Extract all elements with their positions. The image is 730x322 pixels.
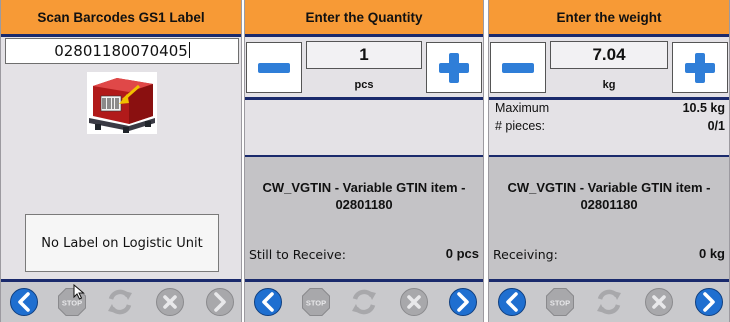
quantity-value[interactable]: 1: [306, 41, 422, 69]
stop-icon: STOP: [545, 287, 575, 317]
divider: [245, 97, 483, 100]
text-caret: [188, 42, 190, 58]
back-arrow-icon[interactable]: [253, 287, 283, 317]
stop-icon-text: STOP: [550, 299, 570, 308]
item-title-line2: 02801180: [580, 197, 638, 212]
refresh-icon: [349, 287, 379, 317]
cancel-icon: [155, 287, 185, 317]
bottom-toolbar: STOP: [245, 279, 483, 322]
screen-title: Enter the Quantity: [245, 0, 483, 37]
item-title-line1: CW_VGTIN - Variable GTIN item -: [262, 180, 466, 195]
refresh-icon: [105, 287, 135, 317]
mouse-cursor-icon: [73, 284, 85, 300]
receiving-label: Receiving:: [493, 247, 558, 262]
minus-icon: [502, 62, 534, 73]
barcode-input[interactable]: 02801180070405: [5, 38, 239, 64]
quantity-stepper: 1 pcs: [245, 37, 483, 97]
maximum-label: Maximum: [495, 101, 550, 115]
stop-icon: STOP: [301, 287, 331, 317]
increment-button[interactable]: [426, 42, 482, 93]
weight-value[interactable]: 7.04: [550, 41, 668, 69]
decrement-button[interactable]: [246, 42, 302, 93]
pieces-label: # pieces:: [495, 119, 546, 133]
minus-icon: [258, 62, 290, 73]
item-title: CW_VGTIN - Variable GTIN item - 02801180: [245, 179, 483, 213]
forward-arrow-icon[interactable]: [448, 287, 478, 317]
receiving-value: 0 kg: [698, 246, 725, 261]
maximum-value: 10.5 kg: [682, 101, 725, 115]
pieces-value: 0/1: [707, 119, 725, 133]
still-to-receive-value: 0 pcs: [445, 246, 479, 261]
back-arrow-icon[interactable]: [497, 287, 527, 317]
divider: [489, 97, 729, 100]
item-title: CW_VGTIN - Variable GTIN item - 02801180: [489, 179, 729, 213]
scan-barcodes-screen: Scan Barcodes GS1 Label 02801180070405 N…: [0, 0, 242, 322]
plus-icon: [685, 52, 715, 83]
stop-icon-text: STOP: [306, 299, 326, 308]
bottom-toolbar: STOP: [489, 279, 729, 322]
item-info-section: CW_VGTIN - Variable GTIN item - 02801180…: [489, 155, 729, 282]
enter-weight-screen: Enter the weight 7.04 kg Maximum 10.5 kg…: [488, 0, 730, 322]
refresh-icon: [594, 287, 624, 317]
cancel-icon: [644, 287, 674, 317]
increment-button[interactable]: [672, 42, 728, 93]
quantity-unit: pcs: [354, 79, 374, 91]
screen-title: Enter the weight: [489, 0, 729, 37]
forward-arrow-icon[interactable]: [694, 287, 724, 317]
forward-arrow-icon: [205, 287, 235, 317]
weight-stepper: 7.04 kg: [489, 37, 729, 97]
back-arrow-icon[interactable]: [9, 287, 39, 317]
enter-quantity-screen: Enter the Quantity 1 pcs CW_VGTIN - Vari…: [244, 0, 484, 322]
pallet-label-icon: [87, 72, 157, 134]
cancel-icon: [399, 287, 429, 317]
item-info-section: CW_VGTIN - Variable GTIN item - 02801180…: [245, 155, 483, 282]
plus-icon: [439, 52, 469, 83]
no-label-button[interactable]: No Label on Logistic Unit: [25, 214, 219, 272]
screen-title: Scan Barcodes GS1 Label: [1, 0, 241, 37]
weight-unit: kg: [602, 79, 616, 91]
item-title-line1: CW_VGTIN - Variable GTIN item -: [507, 180, 711, 195]
item-title-line2: 02801180: [335, 197, 393, 212]
barcode-value: 02801180070405: [54, 42, 188, 60]
bottom-toolbar: STOP: [1, 279, 241, 322]
decrement-button[interactable]: [490, 42, 546, 93]
still-to-receive-label: Still to Receive:: [249, 247, 346, 262]
